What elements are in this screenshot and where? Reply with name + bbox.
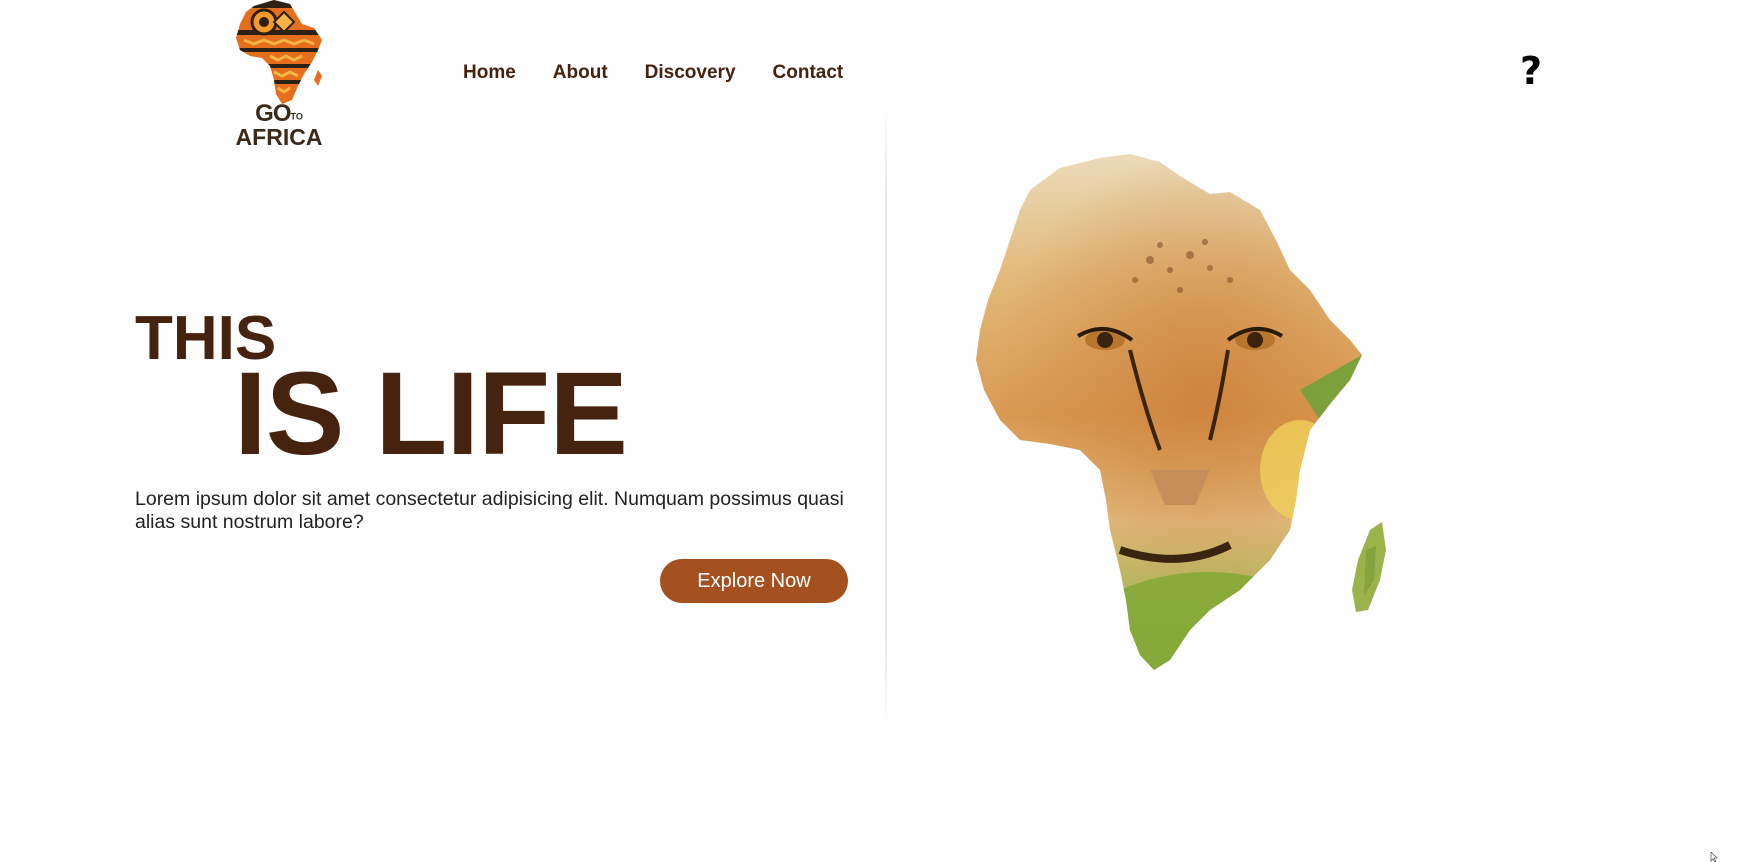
logo[interactable]: GOTO AFRICA: [234, 0, 324, 150]
explore-now-button[interactable]: Explore Now: [660, 559, 848, 603]
hero-description: Lorem ipsum dolor sit amet consectetur a…: [135, 488, 844, 533]
nav-about-link[interactable]: About: [553, 62, 608, 84]
main-nav: Home About Discovery Contact: [463, 62, 880, 84]
africa-logo-icon: [236, 0, 322, 104]
logo-to: TO: [290, 111, 303, 122]
nav-discovery-link[interactable]: Discovery: [645, 62, 736, 84]
question-mark-icon[interactable]: ?: [1520, 52, 1542, 90]
logo-africa: AFRICA: [235, 124, 323, 150]
mouse-cursor-icon: [1710, 852, 1718, 862]
logo-go: GO: [255, 100, 291, 127]
vertical-divider: [885, 105, 887, 727]
africa-cheetah-image: [976, 154, 1386, 670]
nav-contact-link[interactable]: Contact: [773, 62, 844, 84]
landing-page: GOTO AFRICA Home About Discovery Contact…: [0, 0, 1763, 862]
nav-home-link[interactable]: Home: [463, 62, 516, 84]
logo-text: GOTO AFRICA: [234, 102, 324, 149]
hero-title-large: IS LIFE: [234, 348, 628, 480]
